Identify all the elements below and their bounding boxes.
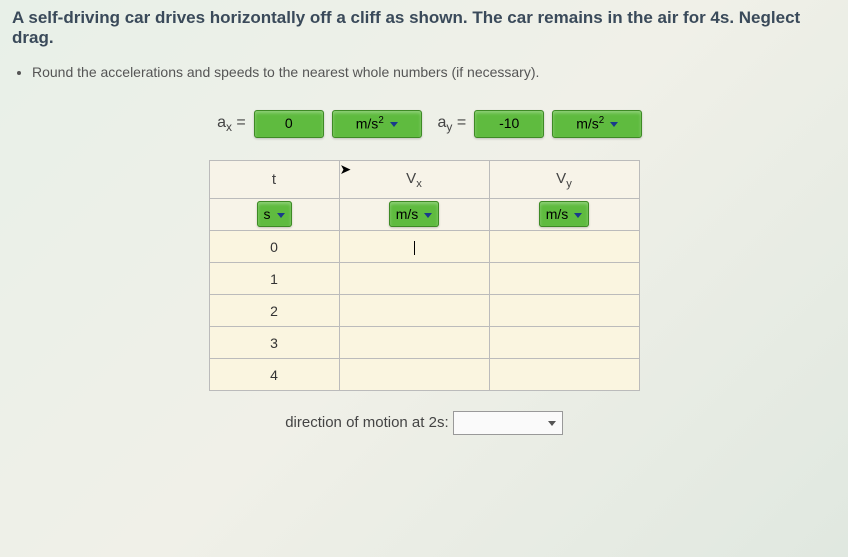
cell-vy-1[interactable] <box>489 263 639 295</box>
cell-t-3: 3 <box>209 327 339 359</box>
chevron-down-icon <box>424 213 432 218</box>
cell-t-1: 1 <box>209 263 339 295</box>
header-vx: ➤Vx <box>339 161 489 199</box>
unit-t-cell: s <box>209 199 339 231</box>
ay-row: ay = -10 m/s2 <box>426 110 642 138</box>
cell-vx-2[interactable] <box>339 295 489 327</box>
cell-vy-3[interactable] <box>489 327 639 359</box>
ax-row: ax = 0 m/s2 <box>206 110 422 138</box>
table-row: 3 <box>209 327 639 359</box>
acceleration-block: ax = 0 m/s2 ay = -10 m/s2 <box>12 110 836 144</box>
unit-vx-cell: m/s <box>339 199 489 231</box>
chevron-down-icon <box>390 122 398 127</box>
cell-vx-1[interactable] <box>339 263 489 295</box>
cell-vx-0[interactable] <box>339 231 489 263</box>
direction-select[interactable] <box>453 411 563 435</box>
cell-vy-0[interactable] <box>489 231 639 263</box>
chevron-down-icon <box>610 122 618 127</box>
ax-unit-select[interactable]: m/s2 <box>332 110 422 138</box>
ay-label: ay = <box>426 114 466 134</box>
velocity-table: t ➤Vx Vy s m/s m/s 0 1 2 3 <box>209 160 640 391</box>
t-unit-select[interactable]: s <box>257 201 292 227</box>
chevron-down-icon <box>548 421 556 426</box>
instruction-item: Round the accelerations and speeds to th… <box>32 64 836 80</box>
ay-input[interactable]: -10 <box>474 110 544 138</box>
cell-t-2: 2 <box>209 295 339 327</box>
cell-vx-4[interactable] <box>339 359 489 391</box>
table-header-row: t ➤Vx Vy <box>209 161 639 199</box>
cell-vx-3[interactable] <box>339 327 489 359</box>
header-vy: Vy <box>489 161 639 199</box>
vy-unit-select[interactable]: m/s <box>539 201 590 227</box>
unit-vy-cell: m/s <box>489 199 639 231</box>
chevron-down-icon <box>277 213 285 218</box>
direction-label: direction of motion at 2s: <box>285 414 448 431</box>
table-row: 4 <box>209 359 639 391</box>
table-unit-row: s m/s m/s <box>209 199 639 231</box>
table-row: 2 <box>209 295 639 327</box>
table-row: 0 <box>209 231 639 263</box>
chevron-down-icon <box>574 213 582 218</box>
instruction-list: Round the accelerations and speeds to th… <box>32 64 836 80</box>
ax-input[interactable]: 0 <box>254 110 324 138</box>
direction-row: direction of motion at 2s: <box>12 411 836 435</box>
cursor-icon: ➤ <box>340 161 352 178</box>
header-t: t <box>209 161 339 199</box>
table-wrap: t ➤Vx Vy s m/s m/s 0 1 2 3 <box>12 160 836 391</box>
cell-t-0: 0 <box>209 231 339 263</box>
cell-vy-2[interactable] <box>489 295 639 327</box>
ay-unit-select[interactable]: m/s2 <box>552 110 642 138</box>
vx-unit-select[interactable]: m/s <box>389 201 440 227</box>
table-row: 1 <box>209 263 639 295</box>
cell-vy-4[interactable] <box>489 359 639 391</box>
cell-t-4: 4 <box>209 359 339 391</box>
ax-label: ax = <box>206 114 246 134</box>
problem-title: A self-driving car drives horizontally o… <box>12 8 836 48</box>
